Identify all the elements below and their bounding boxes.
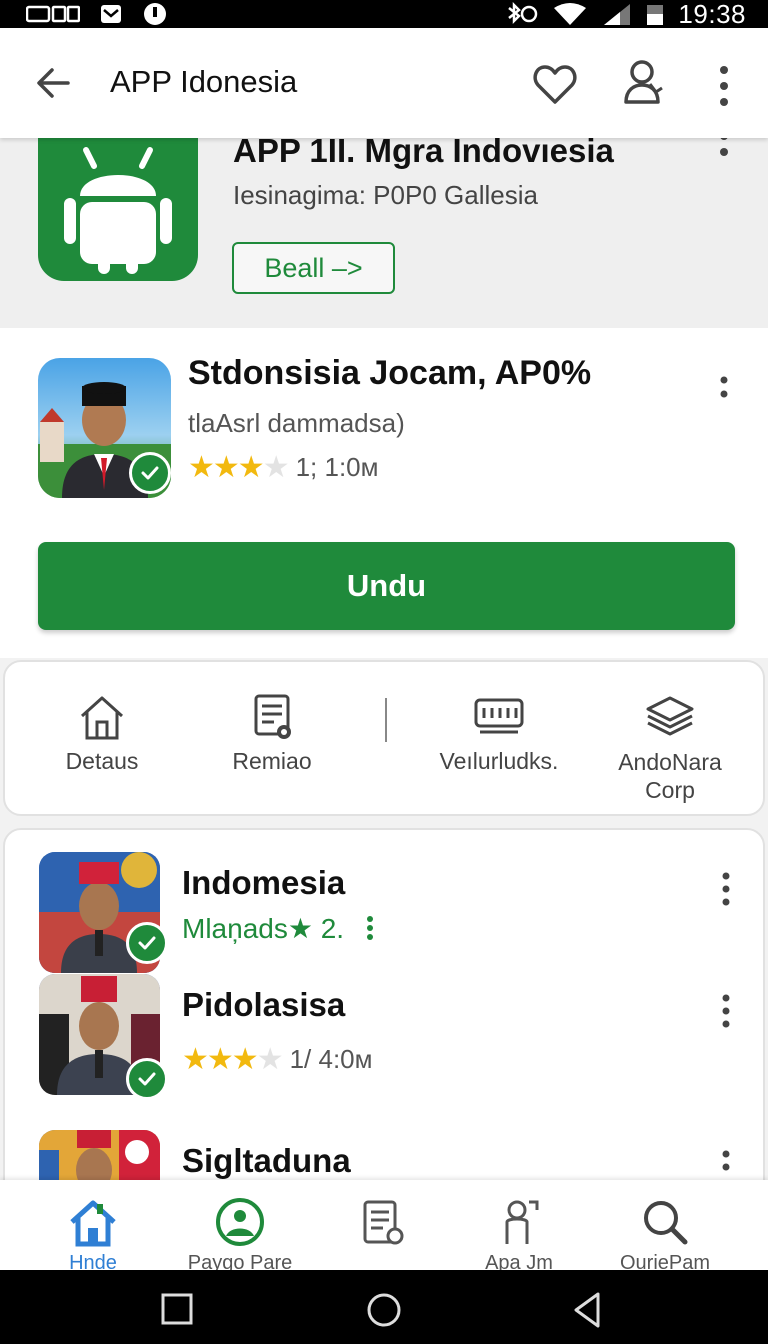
keyboard-icon [474, 698, 524, 734]
more-vert-icon[interactable] [714, 1150, 738, 1180]
info-details[interactable]: Detaus [27, 692, 177, 775]
layers-icon [646, 696, 694, 736]
list-item-rating: ★★★★ 1/ 4:0м [182, 1042, 373, 1077]
nav-person[interactable]: Apa Jm [444, 1198, 594, 1270]
signal-icon [604, 4, 631, 25]
featured-action-button[interactable]: Beall –> [232, 242, 395, 294]
bluetooth-icon [508, 2, 538, 25]
info-details-label: Detaus [65, 748, 139, 774]
app-card: Stdonsisia Jocam, AP0% tlaAsrl dammadsa)… [0, 328, 768, 658]
info-reviews-label: Remiao [232, 748, 312, 774]
account-icon[interactable] [620, 58, 666, 108]
nav-home-label: Hnde [69, 1252, 117, 1270]
search-icon [644, 1201, 688, 1245]
more-vert-icon[interactable] [712, 374, 736, 408]
rating-text: 1; 1:0м [295, 452, 379, 482]
list-item-meta-rating: ★ 2. [287, 913, 345, 944]
list-item-title: Pidolasisa [182, 986, 346, 1023]
back-button-icon[interactable] [568, 1290, 608, 1330]
notification-icon [26, 5, 80, 23]
featured-title: APP 1II. Mgra Indovıesia [233, 138, 614, 169]
receipt-icon [363, 1200, 404, 1245]
nav-profile-label: Paygo Pare [187, 1252, 293, 1270]
bottom-navigation: Hnde Paygo Pare Apa Jm OuriePam [0, 1180, 768, 1270]
list-item[interactable]: Pidolasisa ★★★★ 1/ 4:0м [5, 974, 767, 1100]
more-vert-icon[interactable] [714, 872, 738, 906]
home-icon [80, 696, 124, 740]
more-vert-icon[interactable] [712, 138, 736, 166]
profile-icon [216, 1198, 264, 1246]
nav-search-label: OuriePam [619, 1252, 711, 1270]
rating-text: 1/ 4:0м [289, 1044, 373, 1074]
app-notification-icon [144, 3, 166, 25]
nav-receipt[interactable] [308, 1198, 458, 1252]
clock: 19:38 [678, 0, 746, 29]
nav-search[interactable]: OuriePam [590, 1198, 740, 1270]
star-rating-icons: ★★★★ [188, 451, 290, 484]
list-item-title: Indomesia [182, 864, 346, 901]
person-icon [505, 1200, 539, 1244]
featured-subtitle: Iesinagima: P0P0 Gallesia [233, 180, 538, 210]
app-developer: tlaAsrl dammadsa) [188, 408, 405, 438]
list-item-title: Sigltaduna [182, 1142, 351, 1179]
home-icon [70, 1200, 116, 1247]
info-version[interactable]: Veılurludks. [419, 692, 579, 775]
divider [385, 698, 387, 742]
info-reviews[interactable]: Remiao [197, 692, 347, 775]
info-bar: Detaus Remiao Veılurludks. AndoNara Corp [3, 660, 765, 816]
verified-badge [126, 922, 168, 964]
nav-home[interactable]: Hnde [18, 1198, 168, 1270]
app-rating: ★★★★ 1; 1:0м [188, 450, 379, 485]
list-item-meta-text: Mlaņads [182, 913, 288, 944]
list-item[interactable]: Indomesia Mlaņads★ 2. [5, 852, 767, 973]
back-arrow-icon[interactable] [30, 60, 76, 106]
home-button-icon[interactable] [364, 1290, 404, 1330]
recents-icon[interactable] [158, 1290, 198, 1330]
nav-person-label: Apa Jm [485, 1252, 553, 1270]
battery-icon [647, 5, 664, 25]
android-icon[interactable] [38, 138, 198, 281]
more-vert-icon[interactable] [714, 994, 738, 1028]
info-developer-label: AndoNara Corp [618, 749, 722, 803]
star-rating-icons: ★★★★ [182, 1043, 284, 1076]
document-icon [254, 694, 291, 739]
wifi-icon [554, 3, 587, 25]
status-bar: 19:38 [0, 0, 768, 29]
system-navigation-bar [0, 1270, 768, 1344]
info-developer[interactable]: AndoNara Corp [595, 692, 745, 804]
featured-app: APP 1II. Mgra Indovıesia Iesinagima: P0P… [0, 138, 768, 328]
list-item[interactable]: Sigltaduna [5, 1130, 767, 1180]
page-title: APP Idonesia [110, 64, 298, 99]
install-button[interactable]: Undu [38, 542, 735, 630]
list-item-meta: Mlaņads★ 2. [182, 912, 378, 945]
app-title: Stdonsisia Jocam, AP0% [188, 354, 592, 392]
list-app-icon [39, 1130, 160, 1180]
mail-icon [101, 5, 121, 23]
app-list: Indomesia Mlaņads★ 2. Pidolasisa ★★★★ 1/… [3, 828, 765, 1180]
heart-icon[interactable] [532, 62, 578, 108]
nav-profile[interactable]: Paygo Pare [165, 1198, 315, 1270]
more-vert-icon[interactable] [362, 915, 378, 941]
content-scroll[interactable]: APP 1II. Mgra Indovıesia Iesinagima: P0P… [0, 138, 768, 1180]
info-version-label: Veılurludks. [439, 748, 559, 774]
app-bar: APP Idonesia [0, 28, 768, 138]
more-vert-icon[interactable] [712, 64, 736, 108]
verified-badge [129, 452, 171, 494]
verified-badge [126, 1058, 168, 1100]
